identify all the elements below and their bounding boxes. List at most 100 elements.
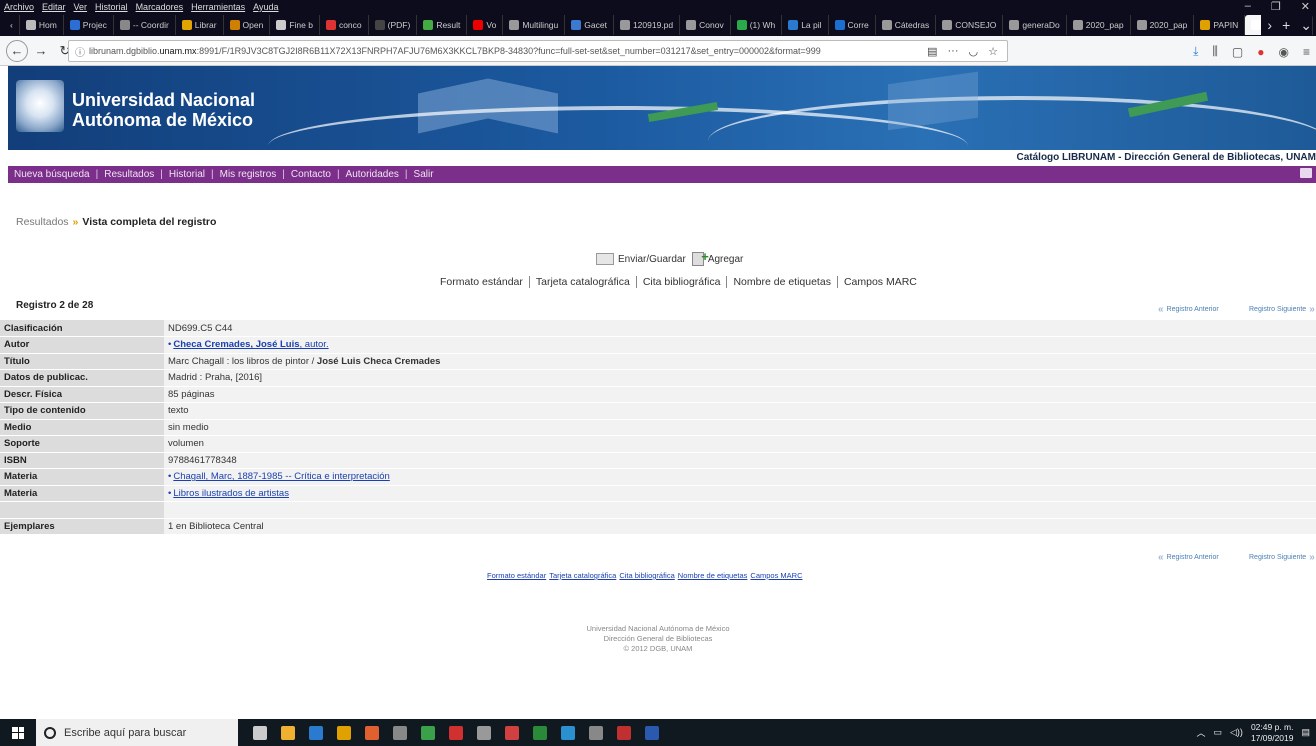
envelope-icon[interactable] [596,253,614,265]
new-tab-icon[interactable]: + [1282,17,1290,33]
record-nav-bottom-next[interactable]: Registro Siguiente » [1249,552,1315,563]
send-save-link[interactable]: Enviar/Guardar [618,254,686,265]
format-link[interactable]: Tarjeta catalográfica [549,571,616,580]
taskbar-app-icon[interactable] [610,719,638,746]
close-window-icon[interactable]: ✕ [1301,0,1310,13]
library-icon[interactable]: ⫼ [1212,44,1218,59]
taskbar-app-icon[interactable] [582,719,610,746]
browser-tab[interactable]: PAPIN [1194,15,1246,35]
format-link[interactable]: Formato estándar [487,571,546,580]
record-nav-top-next[interactable]: Registro Siguiente » [1249,304,1315,315]
browser-tab[interactable]: (PDF) [369,15,418,35]
record-link-suffix[interactable]: , autor. [300,339,329,350]
page-actions-icon[interactable]: ··· [948,45,959,58]
forward-icon[interactable]: → [30,40,52,62]
account-icon[interactable]: ◉ [1279,45,1289,59]
restore-icon[interactable]: ❐ [1271,0,1281,13]
taskbar-app-icon[interactable] [358,719,386,746]
nav-item[interactable]: Salir [414,169,434,180]
browser-tab[interactable]: Gacet [565,15,614,35]
nav-item[interactable]: Autoridades [346,169,399,180]
next-record-link[interactable]: Registro Siguiente [1249,306,1306,313]
tab-scroll-left[interactable]: ‹ [4,15,20,35]
sidebar-icon[interactable]: ▢ [1232,45,1243,59]
volume-icon[interactable]: ◁)) [1230,727,1243,738]
menu-item-archivo[interactable]: Archivo [4,2,34,12]
nav-item[interactable]: Resultados [104,169,154,180]
browser-tab[interactable]: Corre [829,15,876,35]
bookmark-star-icon[interactable]: ☆ [988,45,998,58]
tray-chevron-icon[interactable]: ︿ [1196,726,1205,739]
browser-tab[interactable]: 2020_pap [1131,15,1195,35]
taskbar-app-icon[interactable] [498,719,526,746]
nav-item[interactable]: Contacto [291,169,331,180]
back-icon[interactable]: ← [6,39,28,62]
taskbar-search[interactable]: Escribe aquí para buscar [36,719,238,746]
browser-tab[interactable]: generaDo [1003,15,1067,35]
taskbar-app-icon[interactable] [470,719,498,746]
browser-tab[interactable]: Projec [64,15,114,35]
taskbar-app-icon[interactable] [638,719,666,746]
breadcrumb-results[interactable]: Resultados [16,216,69,228]
taskbar-app-icon[interactable] [330,719,358,746]
taskbar-app-icon[interactable] [274,719,302,746]
record-link[interactable]: Chagall, Marc, 1887-1985 -- Crítica e in… [173,471,390,482]
record-nav-bottom-prev[interactable]: « Registro Anterior [1158,552,1219,563]
start-button[interactable] [0,719,36,746]
next-record-link[interactable]: Registro Siguiente [1249,554,1306,561]
browser-tab[interactable]: 2020_pap [1067,15,1131,35]
browser-tab[interactable]: Vo [467,15,504,35]
browser-tab[interactable]: Conov [680,15,731,35]
adblock-icon[interactable]: ● [1257,45,1264,59]
nav-item[interactable]: Historial [169,169,205,180]
nav-item[interactable]: Nueva búsqueda [14,169,90,180]
browser-tab[interactable]: La pil [782,15,829,35]
prev-record-link[interactable]: Registro Anterior [1167,306,1219,313]
browser-tab[interactable]: CONSEJO [936,15,1004,35]
menu-item-marcadores[interactable]: Marcadores [136,2,184,12]
record-nav-top-prev[interactable]: « Registro Anterior [1158,304,1219,315]
format-option[interactable]: Campos MARC [836,276,923,288]
browser-tab[interactable]: Hom [20,15,64,35]
menu-item-historial[interactable]: Historial [95,2,128,12]
format-option[interactable]: Tarjeta catalográfica [528,276,636,288]
browser-tab[interactable]: Librar [176,15,224,35]
notifications-icon[interactable]: ▤ [1301,727,1310,738]
downloads-icon[interactable]: ⤓ [1193,44,1198,59]
menu-item-ver[interactable]: Ver [74,2,88,12]
record-link[interactable]: Libros ilustrados de artistas [173,488,289,499]
taskbar-app-icon[interactable] [554,719,582,746]
taskbar-app-icon[interactable] [386,719,414,746]
record-link[interactable]: Checa Cremades, José Luis [173,339,299,350]
taskbar-app-icon[interactable] [414,719,442,746]
menu-item-herramientas[interactable]: Herramientas [191,2,245,12]
browser-tab[interactable]: (1) Wh [731,15,783,35]
taskbar-app-icon[interactable] [526,719,554,746]
mail-icon[interactable] [1300,168,1312,178]
taskbar-app-icon[interactable] [246,719,274,746]
hamburger-menu-icon[interactable]: ≡ [1303,45,1310,59]
menu-item-editar[interactable]: Editar [42,2,66,12]
format-link[interactable]: Nombre de etiquetas [678,571,748,580]
prev-record-link[interactable]: Registro Anterior [1167,554,1219,561]
tab-scroll-right-icon[interactable]: › [1267,17,1272,33]
site-info-icon[interactable]: ⓘ [75,44,85,59]
format-link[interactable]: Cita bibliográfica [619,571,674,580]
taskbar-app-icon[interactable] [442,719,470,746]
browser-tab[interactable]: conco [320,15,369,35]
minimize-icon[interactable]: – [1245,0,1251,13]
browser-tab[interactable]: -- Coordir [114,15,176,35]
taskbar-app-icon[interactable] [302,719,330,746]
reader-view-icon[interactable]: ▤ [927,45,937,58]
add-link[interactable]: Agregar [708,254,744,265]
browser-tab[interactable]: Multilingu [503,15,566,35]
browser-tab[interactable]: Fine b [270,15,320,35]
format-option[interactable]: Formato estándar [440,276,529,288]
address-bar[interactable]: ⓘ librunam.dgbiblio. unam.mx:8991/F/1R9JV… [68,40,1008,62]
browser-tab[interactable]: Result [417,15,468,35]
format-link[interactable]: Campos MARC [750,571,802,580]
menu-item-ayuda[interactable]: Ayuda [253,2,278,12]
browser-tab[interactable]: Cátedras [876,15,937,35]
add-document-icon[interactable] [691,249,709,266]
format-option[interactable]: Cita bibliográfica [635,276,727,288]
